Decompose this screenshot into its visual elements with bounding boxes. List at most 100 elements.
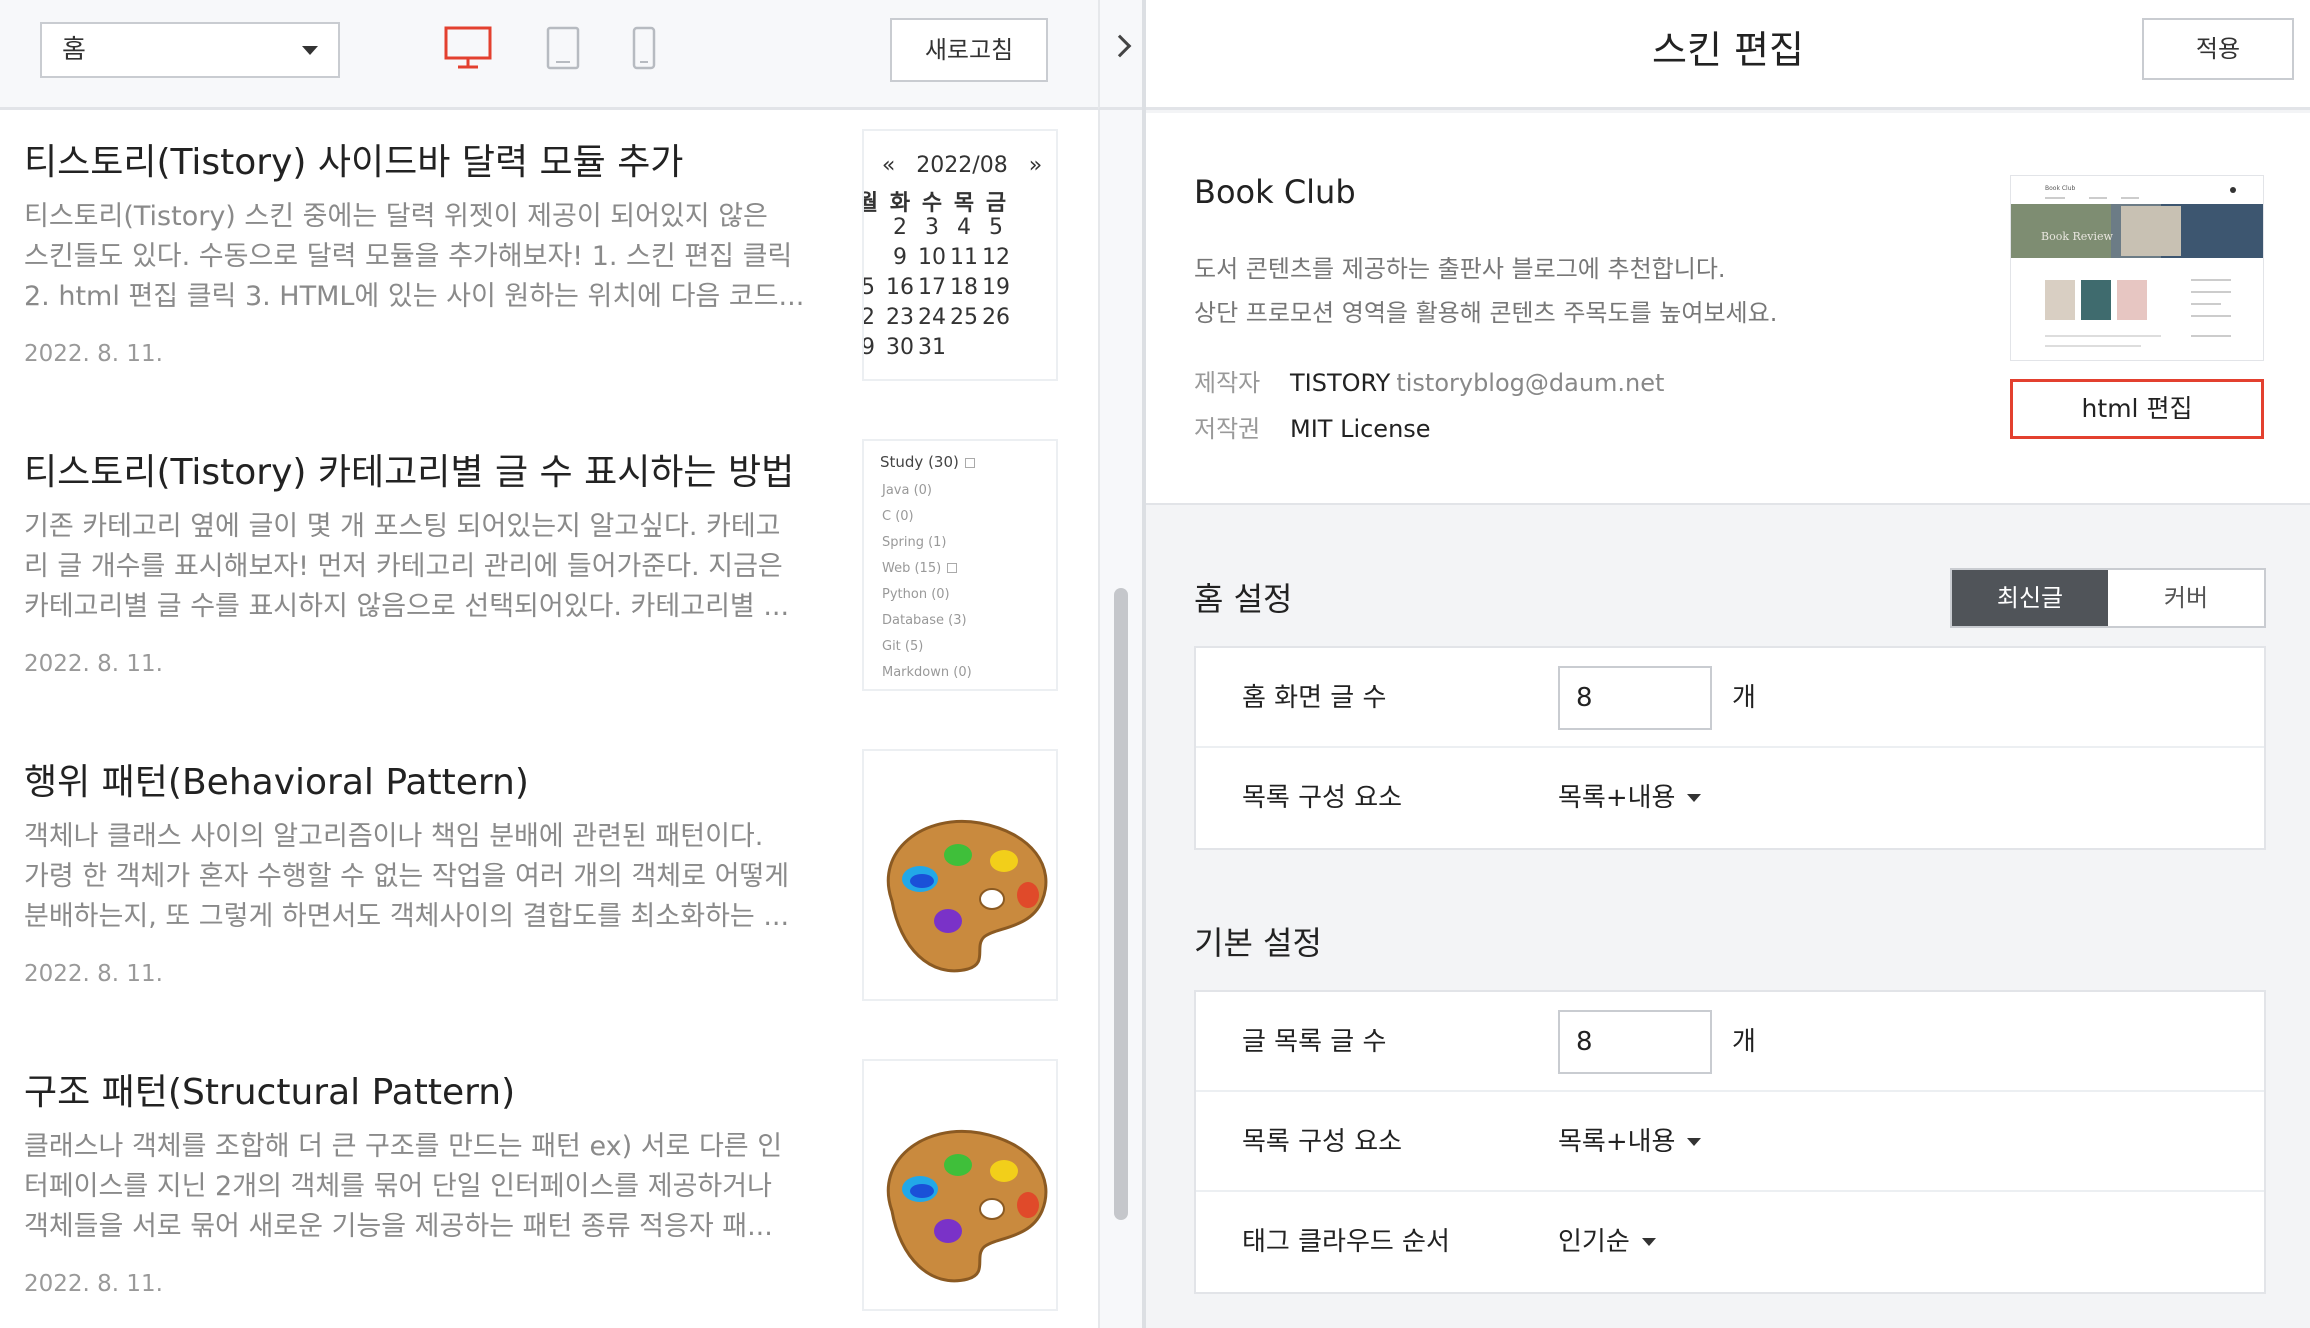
excerpt-line: 클래스나 객체를 조합해 더 큰 구조를 만드는 패턴 ex) 서로 다른 인 xyxy=(24,1131,783,1162)
collapse-icon xyxy=(947,563,958,573)
skin-preview-image: Book Club Book Review xyxy=(2011,176,2263,360)
post-item[interactable]: 구조 패턴(Structural Pattern) 클래스나 객체를 조합해 더… xyxy=(0,1043,1098,1328)
page-select-value: 홈 xyxy=(62,35,86,65)
category-item: Web (15) xyxy=(882,561,958,576)
post-title[interactable]: 행위 패턴(Behavioral Pattern) xyxy=(24,753,529,805)
calendar-month: 2022/08 xyxy=(916,153,1008,178)
desktop-icon[interactable] xyxy=(444,26,492,70)
calendar-day: 24 xyxy=(918,305,946,330)
license-row: 저작권 MIT License xyxy=(1194,409,1431,444)
list-post-count-input[interactable]: 8 xyxy=(1558,1010,1712,1074)
home-post-count-input[interactable]: 8 xyxy=(1558,666,1712,730)
calendar-week: 2345 xyxy=(864,215,1012,240)
home-settings-title: 홈 설정 xyxy=(1194,580,1293,618)
tab-latest-posts[interactable]: 최신글 xyxy=(1952,570,2108,626)
skin-description: 도서 콘텐츠를 제공하는 출판사 블로그에 추천합니다. 상단 프로모션 영역을… xyxy=(1194,247,1777,335)
tag-cloud-label: 태그 클라우드 순서 xyxy=(1242,1227,1450,1257)
preview-toolbar: 홈 새로고침 xyxy=(0,0,1098,110)
home-type-toggle: 최신글 커버 xyxy=(1950,568,2266,628)
calendar-day: 9 xyxy=(893,245,907,270)
palette-thumbnail[interactable] xyxy=(862,749,1058,1001)
excerpt-line: 분배하는지, 또 그렇게 하면서도 객체사이의 결합도를 최소화하는 ... xyxy=(24,901,790,932)
post-item[interactable]: 행위 패턴(Behavioral Pattern) 객체나 클래스 사이의 알고… xyxy=(0,733,1098,1043)
calendar-day: 18 xyxy=(950,275,978,300)
calendar-header: « 2022/08 » xyxy=(864,153,1056,178)
home-list-value: 목록+내용 xyxy=(1558,783,1676,813)
category-item: C (0) xyxy=(882,509,914,524)
calendar-week: 5 16 17 18 19 xyxy=(864,275,1012,300)
excerpt-line: 객체나 클래스 사이의 알고리즘이나 책임 분배에 관련된 패턴이다. xyxy=(24,821,764,852)
calendar-day: 2 xyxy=(862,305,875,330)
caret-down-icon xyxy=(1641,1238,1656,1246)
post-excerpt: 클래스나 객체를 조합해 더 큰 구조를 만드는 패턴 ex) 서로 다른 인 … xyxy=(24,1127,814,1247)
basic-list-select[interactable]: 목록+내용 xyxy=(1558,1092,1702,1192)
category-item: Spring (1) xyxy=(882,535,947,550)
list-post-count-label: 글 목록 글 수 xyxy=(1242,1027,1387,1057)
chevron-down-icon xyxy=(302,46,318,55)
calendar-dow: 수 xyxy=(921,191,943,216)
calendar-day: 31 xyxy=(918,335,946,360)
page-select[interactable]: 홈 xyxy=(40,22,340,78)
home-post-count-unit: 개 xyxy=(1732,683,1756,713)
tag-cloud-select[interactable]: 인기순 xyxy=(1558,1192,1656,1292)
license-label: 저작권 xyxy=(1194,415,1261,443)
tablet-icon[interactable] xyxy=(546,26,580,70)
calendar-week: 2 23 24 25 26 xyxy=(862,305,1012,330)
calendar-day: 11 xyxy=(950,245,978,270)
category-thumbnail[interactable]: Study (30) Java (0) C (0) Spring (1) Web… xyxy=(862,439,1058,691)
collapse-panel-button[interactable] xyxy=(1098,0,1142,110)
calendar-dow: 월 xyxy=(864,185,884,217)
home-list-select[interactable]: 목록+내용 xyxy=(1558,748,1702,848)
refresh-button[interactable]: 새로고침 xyxy=(890,18,1048,82)
calendar-day: 4 xyxy=(957,215,971,240)
mobile-icon[interactable] xyxy=(632,26,656,70)
post-item[interactable]: 티스토리(Tistory) 카테고리별 글 수 표시하는 방법 기존 카테고리 … xyxy=(0,423,1098,733)
scrollbar-thumb[interactable] xyxy=(1114,588,1128,1220)
list-post-count-unit: 개 xyxy=(1732,1027,1756,1057)
calendar-week: 9 30 31 xyxy=(864,335,1012,360)
calendar-day: 26 xyxy=(982,305,1010,330)
category-item: Markdown (0) xyxy=(882,665,972,680)
calendar-day: 25 xyxy=(950,305,978,330)
post-item[interactable]: 티스토리(Tistory) 사이드바 달력 모듈 추가 티스토리(Tistory… xyxy=(0,113,1098,423)
post-list: 티스토리(Tistory) 사이드바 달력 모듈 추가 티스토리(Tistory… xyxy=(0,113,1098,1328)
home-settings-box: 홈 화면 글 수 8 개 목록 구성 요소 목록+내용 xyxy=(1194,646,2266,850)
caret-down-icon xyxy=(1687,794,1702,802)
excerpt-line: 2. html 편집 클릭 3. HTML에 있는 사이 원하는 위치에 다음 … xyxy=(24,281,805,312)
home-list-label: 목록 구성 요소 xyxy=(1242,783,1403,813)
post-title[interactable]: 티스토리(Tistory) 카테고리별 글 수 표시하는 방법 xyxy=(24,443,794,495)
excerpt-line: 티스토리(Tistory) 스킨 중에는 달력 위젯이 제공이 되어있지 않은 xyxy=(24,201,768,232)
apply-button[interactable]: 적용 xyxy=(2142,18,2294,80)
palette-thumbnail[interactable] xyxy=(862,1059,1058,1311)
editor-header: 스킨 편집 적용 xyxy=(1146,0,2310,110)
license-value: MIT License xyxy=(1290,415,1431,443)
home-post-count-label: 홈 화면 글 수 xyxy=(1242,683,1387,713)
preview-scrollbar[interactable] xyxy=(1098,0,1142,1328)
post-title[interactable]: 티스토리(Tistory) 사이드바 달력 모듈 추가 xyxy=(24,133,683,185)
html-edit-button[interactable]: html 편집 xyxy=(2010,379,2264,439)
calendar-day xyxy=(864,245,884,270)
calendar-day: 30 xyxy=(886,335,914,360)
post-title[interactable]: 구조 패턴(Structural Pattern) xyxy=(24,1063,515,1115)
palette-icon xyxy=(886,820,1048,973)
category-label: Web (15) xyxy=(882,561,942,576)
skin-thumb-title: Book Club xyxy=(2045,185,2075,192)
calendar-week: 9 10 11 12 xyxy=(864,245,1012,270)
calendar-thumbnail[interactable]: « 2022/08 » 월화수목금 2345 9101112 516171819 xyxy=(862,129,1058,381)
skin-thumbnail: Book Club Book Review xyxy=(2010,175,2264,361)
category-label: Study (30) xyxy=(880,453,959,471)
home-list-row: 목록 구성 요소 목록+내용 xyxy=(1196,748,2264,848)
post-excerpt: 객체나 클래스 사이의 알고리즘이나 책임 분배에 관련된 패턴이다. 가령 한… xyxy=(24,817,814,937)
excerpt-line: 객체들을 서로 묶어 새로운 기능을 제공하는 패턴 종류 적응자 패... xyxy=(24,1211,773,1242)
excerpt-line: 터페이스를 지닌 2개의 객체를 묶어 단일 인터페이스를 제공하거나 xyxy=(24,1171,772,1202)
calendar-day xyxy=(864,215,884,240)
calendar-dow: 목 xyxy=(953,191,975,216)
tab-cover[interactable]: 커버 xyxy=(2108,570,2264,626)
excerpt-line: 카테고리별 글 수를 표시하지 않음으로 선택되어있다. 카테고리별 ... xyxy=(24,591,790,622)
basic-settings-box: 글 목록 글 수 8 개 목록 구성 요소 목록+내용 태그 클라우드 순서 인… xyxy=(1194,990,2266,1294)
tag-cloud-row: 태그 클라우드 순서 인기순 xyxy=(1196,1192,2264,1292)
category-item: Git (5) xyxy=(882,639,924,654)
calendar-day: 16 xyxy=(886,275,914,300)
caret-down-icon xyxy=(1687,1138,1702,1146)
calendar-dow: 금 xyxy=(985,191,1007,216)
